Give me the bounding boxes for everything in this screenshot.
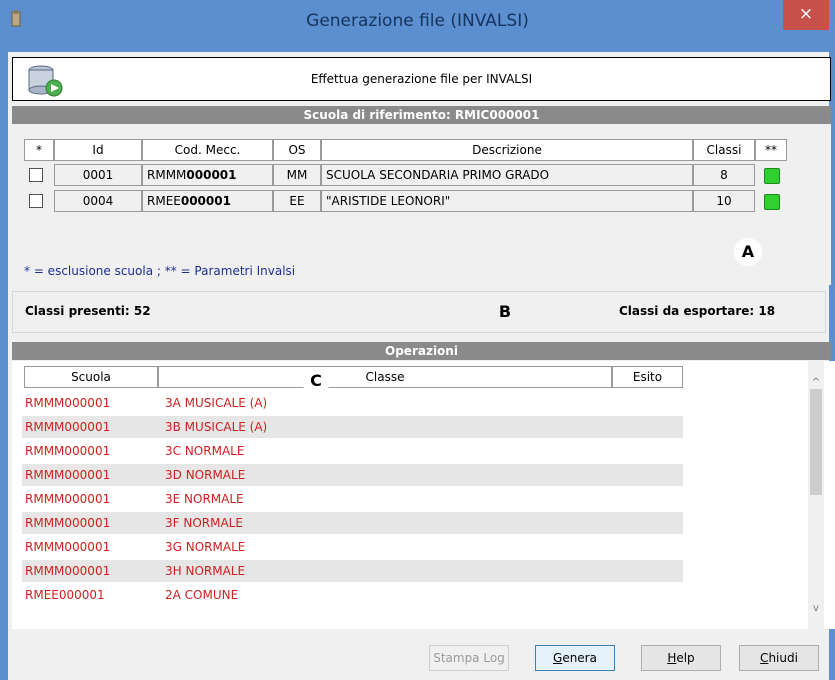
operation-row[interactable]: RMEE000001 2A COMUNE — [22, 584, 683, 606]
operation-row[interactable]: RMMM000001 3F NORMALE — [22, 512, 683, 534]
op-scuola: RMEE000001 — [25, 588, 105, 602]
col-header-params[interactable]: ** — [755, 139, 787, 161]
op-scuola: RMMM000001 — [25, 444, 111, 458]
op-classe: 2A COMUNE — [165, 588, 239, 602]
col-header-descrizione[interactable]: Descrizione — [321, 139, 693, 161]
invalsi-params-indicator[interactable] — [764, 194, 780, 210]
cell-classi: 10 — [693, 190, 755, 212]
annotation-badge-c: C — [302, 367, 330, 395]
op-scuola: RMMM000001 — [25, 540, 111, 554]
op-scuola: RMMM000001 — [25, 492, 111, 506]
operations-list: Scuola Classe Esito C RMMM000001 3A MUSI… — [12, 361, 835, 629]
annotation-badge-a: A — [734, 238, 762, 266]
help-button[interactable]: Help — [641, 645, 721, 671]
classes-to-export-label: Classi da esportare: 18 — [619, 304, 776, 318]
operation-row[interactable]: RMMM000001 3H NORMALE — [22, 560, 683, 582]
op-classe: 3B MUSICALE (A) — [165, 420, 268, 434]
cell-os: EE — [273, 190, 321, 212]
col-header-classi[interactable]: Classi — [693, 139, 755, 161]
op-classe: 3H NORMALE — [165, 564, 246, 578]
close-window-button[interactable]: × — [783, 0, 829, 30]
cell-id: 0001 — [54, 164, 142, 186]
op-scuola: RMMM000001 — [25, 420, 111, 434]
op-classe: 3A MUSICALE (A) — [165, 396, 268, 410]
header-panel: Effettua generazione file per INVALSI — [12, 57, 831, 101]
cell-cod-mecc: RMMM000001 — [142, 164, 273, 186]
scroll-down-arrow-icon[interactable]: v — [808, 601, 824, 617]
scrollbar-thumb[interactable] — [810, 389, 822, 495]
op-scuola: RMMM000001 — [25, 564, 111, 578]
operation-row[interactable]: RMMM000001 3C NORMALE — [22, 440, 683, 462]
header-text: Effettua generazione file per INVALSI — [310, 72, 533, 86]
table-legend: * = esclusione scuola ; ** = Parametri I… — [24, 264, 296, 278]
operation-row[interactable]: RMMM000001 3E NORMALE — [22, 488, 683, 510]
operation-row[interactable]: RMMM000001 3D NORMALE — [22, 464, 683, 486]
operation-row[interactable]: RMMM000001 3A MUSICALE (A) — [22, 392, 683, 414]
cell-descrizione: "ARISTIDE LEONORI" — [321, 190, 693, 212]
col-header-exclude[interactable]: * — [24, 139, 54, 161]
col-header-classe[interactable]: Classe — [158, 366, 612, 388]
stats-panel: Classi presenti: 52 B Classi da esportar… — [12, 291, 826, 333]
cell-classi: 8 — [693, 164, 755, 186]
window-title: Generazione file (INVALSI) — [306, 11, 529, 31]
col-header-id[interactable]: Id — [54, 139, 142, 161]
col-header-scuola[interactable]: Scuola — [24, 366, 158, 388]
cell-cod-mecc: RMEE000001 — [142, 190, 273, 212]
generate-button[interactable]: Genera — [535, 645, 615, 671]
op-classe: 3D NORMALE — [165, 468, 246, 482]
school-section-bar: Scuola di riferimento: RMIC000001 — [12, 106, 831, 124]
schools-grid: * Id Cod. Mecc. OS Descrizione Classi **… — [12, 124, 831, 285]
operations-section-bar: Operazioni — [12, 342, 831, 360]
col-header-esito[interactable]: Esito — [612, 366, 683, 388]
cell-descrizione: SCUOLA SECONDARIA PRIMO GRADO — [321, 164, 693, 186]
operation-row[interactable]: RMMM000001 3B MUSICALE (A) — [22, 416, 683, 438]
cell-id: 0004 — [54, 190, 142, 212]
op-scuola: RMMM000001 — [25, 516, 111, 530]
col-header-cod-mecc[interactable]: Cod. Mecc. — [142, 139, 273, 161]
cell-os: MM — [273, 164, 321, 186]
close-button[interactable]: Chiudi — [739, 645, 819, 671]
invalsi-params-indicator[interactable] — [764, 168, 780, 184]
op-classe: 3G NORMALE — [165, 540, 246, 554]
op-classe: 3C NORMALE — [165, 444, 245, 458]
print-log-button[interactable]: Stampa Log — [429, 645, 509, 671]
operations-scrollbar[interactable]: ^ v — [808, 361, 824, 629]
col-header-os[interactable]: OS — [273, 139, 321, 161]
classes-present-label: Classi presenti: 52 — [25, 304, 151, 318]
op-classe: 3E NORMALE — [165, 492, 244, 506]
exclude-school-checkbox[interactable] — [29, 194, 43, 208]
annotation-badge-b: B — [491, 298, 519, 326]
exclude-school-checkbox[interactable] — [29, 168, 43, 182]
title-bar[interactable]: Generazione file (INVALSI) × — [0, 0, 835, 52]
operation-row[interactable]: RMMM000001 3G NORMALE — [22, 536, 683, 558]
op-scuola: RMMM000001 — [25, 396, 111, 410]
op-classe: 3F NORMALE — [165, 516, 243, 530]
op-scuola: RMMM000001 — [25, 468, 111, 482]
